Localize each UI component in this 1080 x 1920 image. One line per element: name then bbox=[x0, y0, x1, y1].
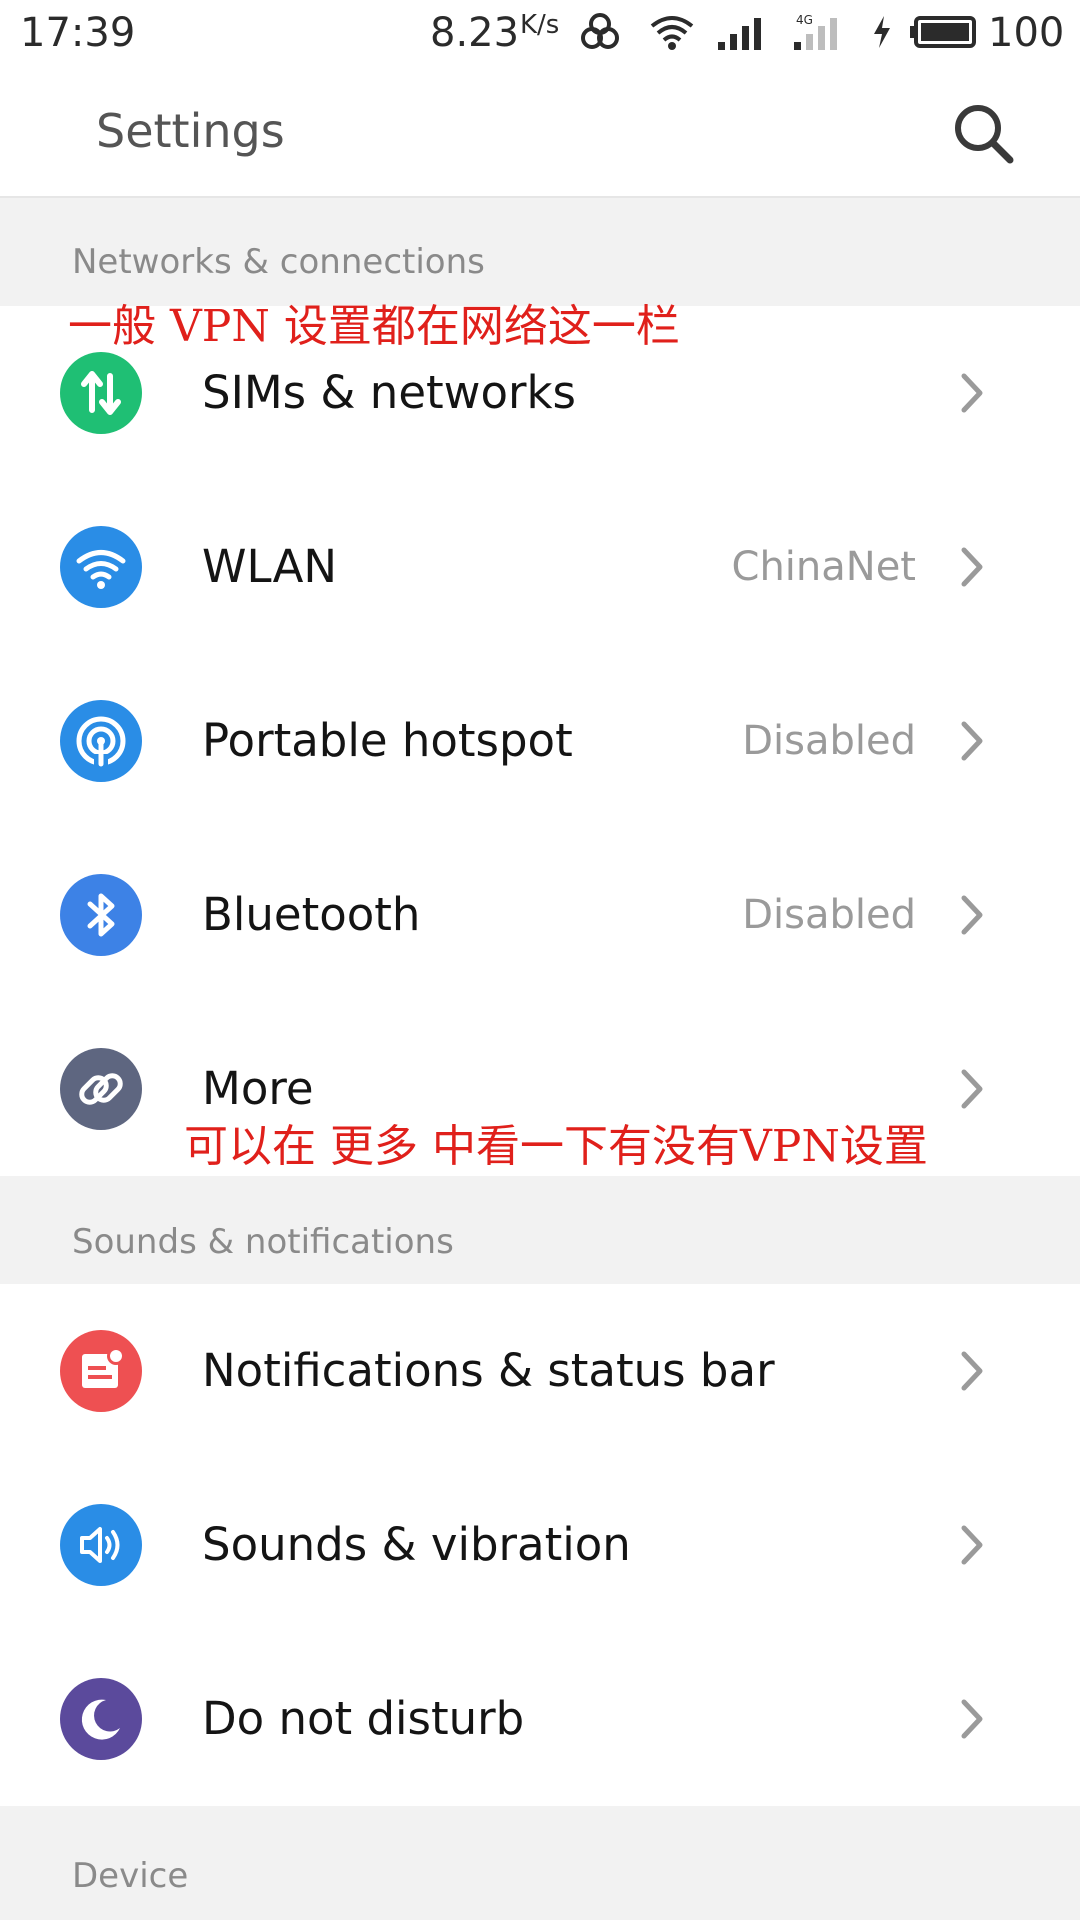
settings-item-bluetooth[interactable]: Bluetooth Disabled bbox=[0, 828, 1080, 1002]
settings-item-hotspot[interactable]: Portable hotspot Disabled bbox=[0, 654, 1080, 828]
4g-signal-icon: 4G bbox=[792, 12, 850, 56]
search-button[interactable] bbox=[950, 100, 1016, 166]
chevron-right-icon bbox=[952, 1346, 992, 1396]
network-speed: 8.23 bbox=[430, 10, 520, 56]
app-bar: Settings bbox=[0, 66, 1080, 198]
hotspot-icon bbox=[60, 700, 142, 782]
moon-icon bbox=[60, 1678, 142, 1760]
wifi-icon bbox=[60, 526, 142, 608]
chevron-right-icon bbox=[952, 1064, 992, 1114]
section-title: Sounds & notifications bbox=[72, 1222, 454, 1262]
page-title: Settings bbox=[96, 104, 285, 158]
section-header-device: Device bbox=[0, 1806, 1080, 1920]
hotspot-link-icon bbox=[578, 12, 622, 56]
settings-item-label: Notifications & status bar bbox=[202, 1344, 775, 1397]
link-icon bbox=[60, 1048, 142, 1130]
speaker-icon bbox=[60, 1504, 142, 1586]
bluetooth-icon bbox=[60, 874, 142, 956]
chevron-right-icon bbox=[952, 716, 992, 766]
settings-item-label: Bluetooth bbox=[202, 888, 421, 941]
sim-swap-icon bbox=[60, 352, 142, 434]
chevron-right-icon bbox=[952, 1694, 992, 1744]
settings-item-wlan[interactable]: WLAN ChinaNet bbox=[0, 480, 1080, 654]
settings-item-label: Portable hotspot bbox=[202, 714, 573, 767]
settings-item-sounds[interactable]: Sounds & vibration bbox=[0, 1458, 1080, 1632]
chevron-right-icon bbox=[952, 368, 992, 418]
charging-icon bbox=[870, 12, 894, 56]
settings-item-label: SIMs & networks bbox=[202, 366, 576, 419]
annotation-network-note: 一般 VPN 设置都在网络这一栏 bbox=[68, 301, 680, 352]
network-speed-unit: K/s bbox=[520, 10, 560, 40]
wlan-network-name: ChinaNet bbox=[731, 544, 916, 590]
hotspot-status: Disabled bbox=[742, 718, 916, 764]
settings-item-label: More bbox=[202, 1062, 314, 1115]
status-bar: 17:39 8.23 K/s 4G 100 bbox=[0, 0, 1080, 66]
search-icon bbox=[955, 105, 1014, 164]
settings-item-notifications[interactable]: Notifications & status bar bbox=[0, 1284, 1080, 1458]
svg-text:4G: 4G bbox=[796, 13, 813, 27]
battery-percentage: 100 bbox=[988, 10, 1065, 56]
chevron-right-icon bbox=[952, 1520, 992, 1570]
settings-item-label: Do not disturb bbox=[202, 1692, 525, 1745]
notification-icon bbox=[60, 1330, 142, 1412]
section-title: Device bbox=[72, 1856, 189, 1896]
chevron-right-icon bbox=[952, 890, 992, 940]
bluetooth-status: Disabled bbox=[742, 892, 916, 938]
annotation-more-note: 可以在 更多 中看一下有没有VPN设置 bbox=[184, 1121, 928, 1172]
settings-item-label: WLAN bbox=[202, 540, 338, 593]
chevron-right-icon bbox=[952, 542, 992, 592]
settings-item-label: Sounds & vibration bbox=[202, 1518, 631, 1571]
wifi-icon bbox=[648, 12, 696, 56]
battery-icon bbox=[908, 12, 978, 56]
status-time: 17:39 bbox=[20, 10, 136, 56]
section-header-sounds: Sounds & notifications bbox=[0, 1176, 1080, 1284]
section-title: Networks & connections bbox=[72, 242, 485, 282]
signal-icon bbox=[716, 12, 772, 56]
settings-item-do-not-disturb[interactable]: Do not disturb bbox=[0, 1632, 1080, 1806]
